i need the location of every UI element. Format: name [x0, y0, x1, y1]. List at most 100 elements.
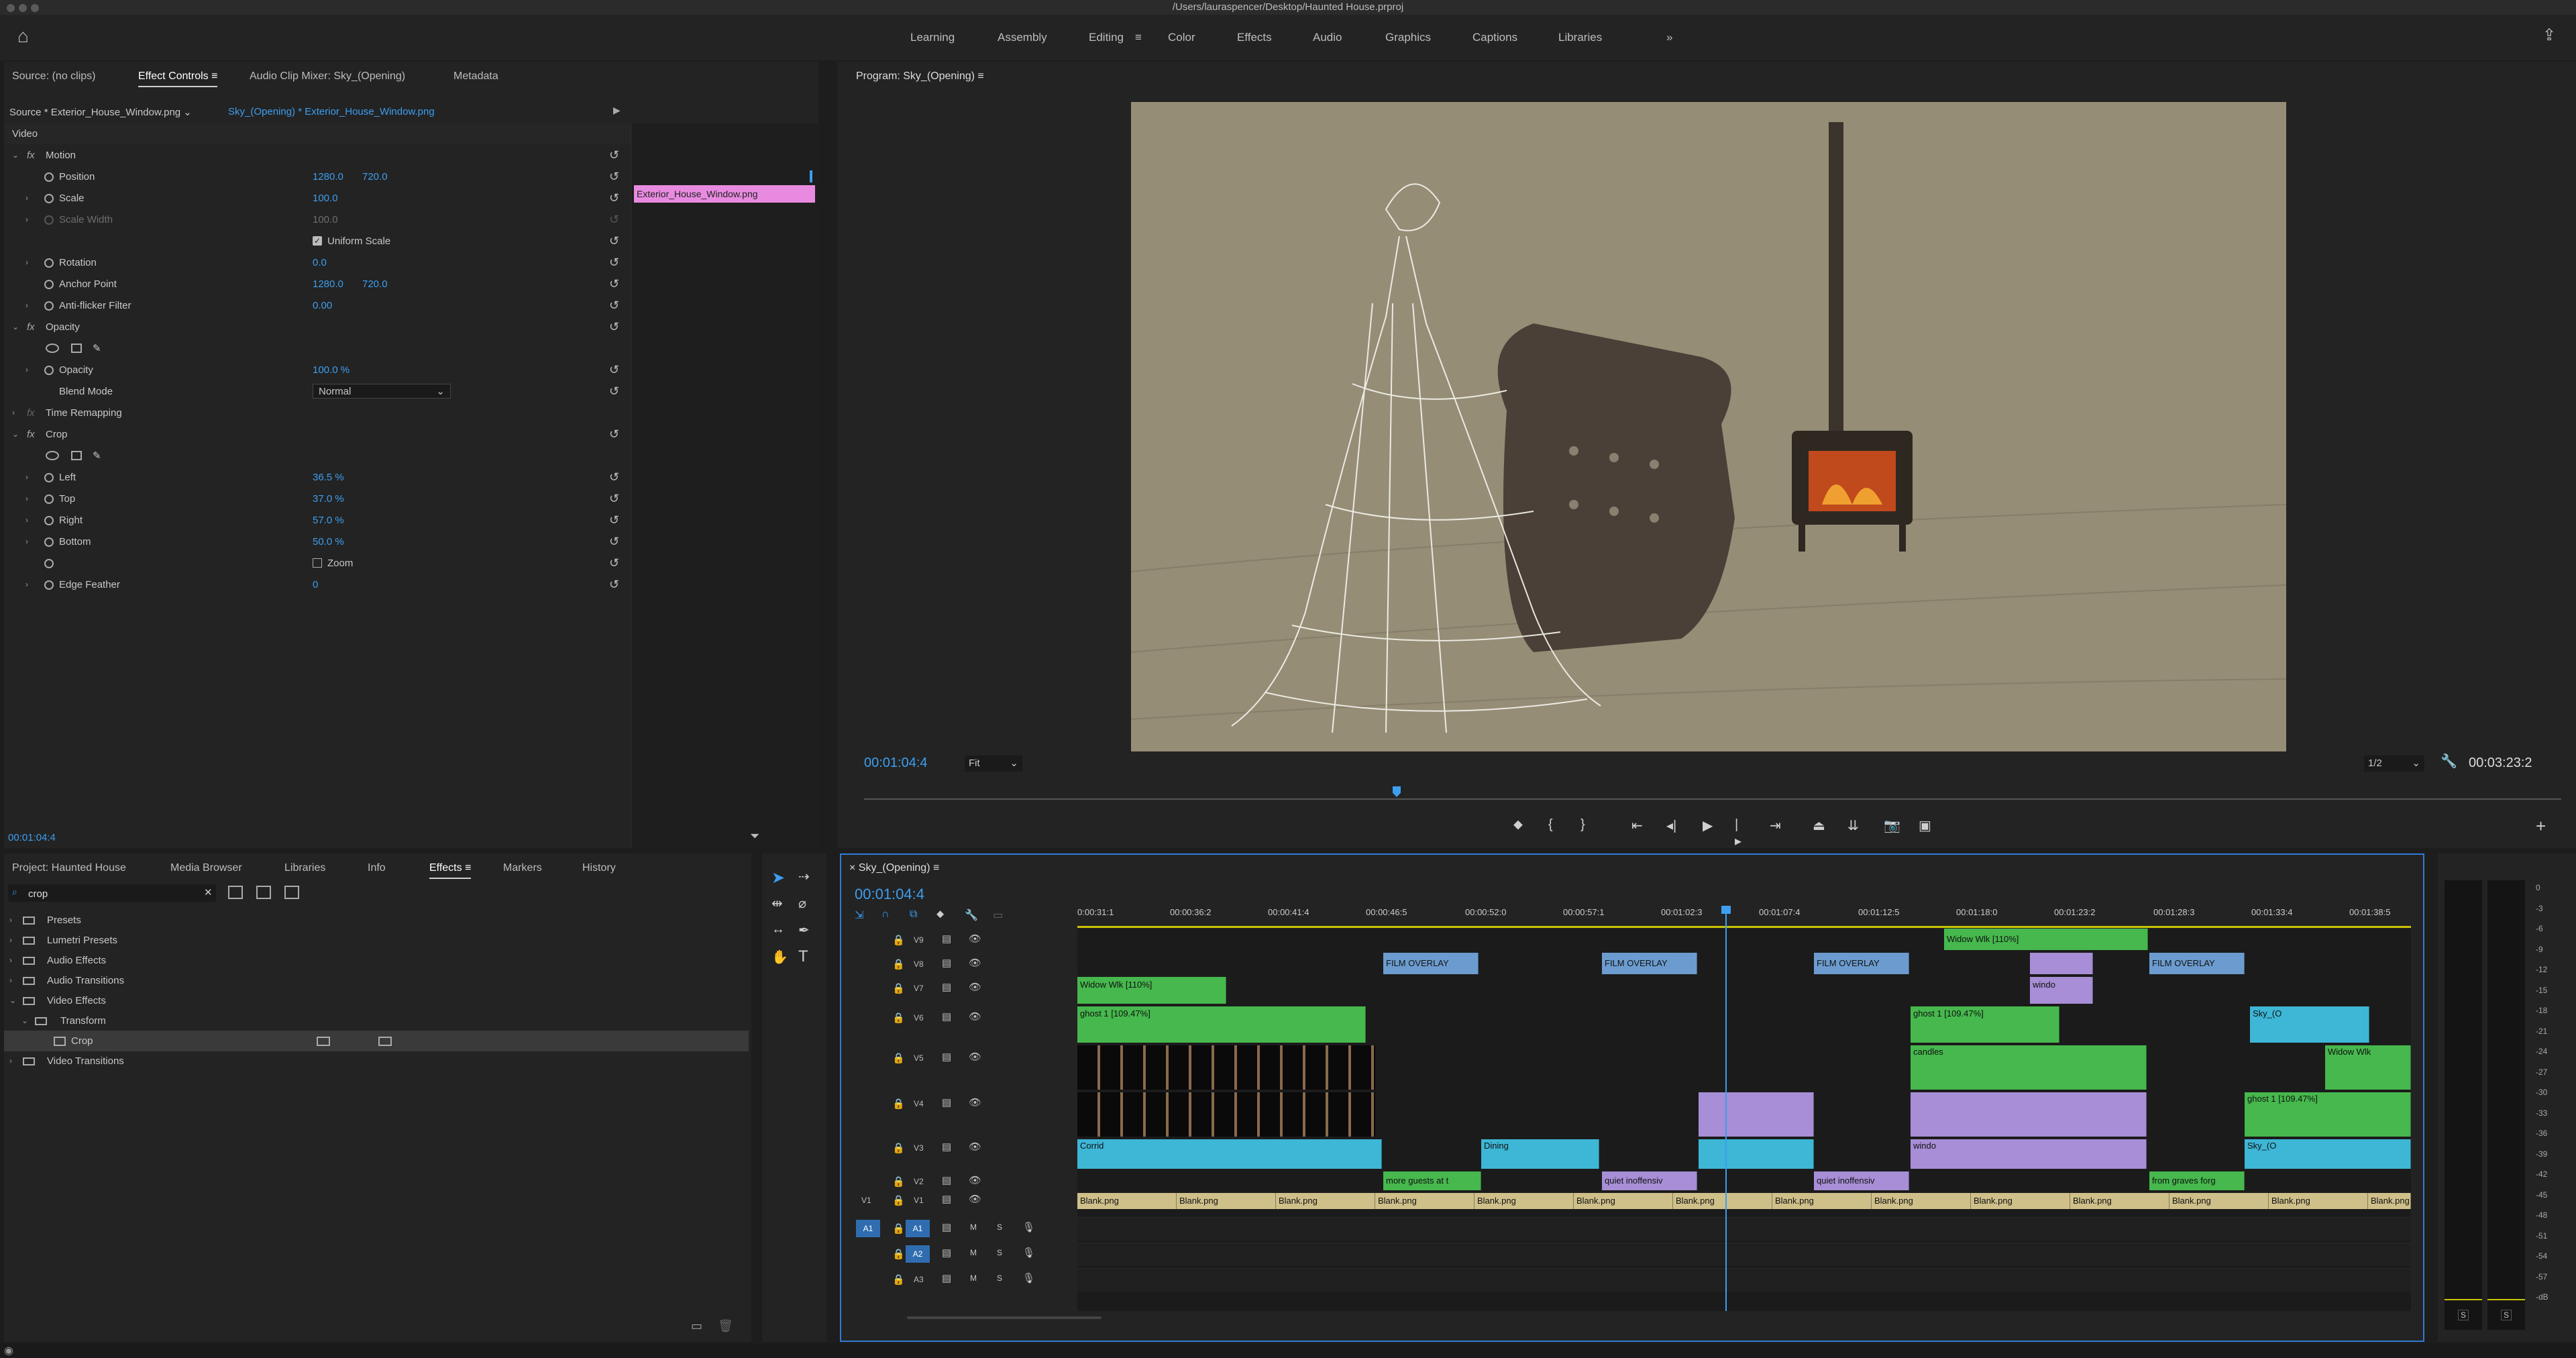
crop-header-row[interactable]: ⌄ fx Crop ↺	[4, 424, 635, 445]
expand-icon[interactable]: ›	[12, 403, 15, 423]
stopwatch-icon[interactable]	[44, 194, 54, 203]
tab-effect-controls[interactable]: Effect Controls ≡	[138, 62, 218, 91]
sync-lock-icon[interactable]: ▤	[942, 1010, 951, 1023]
sync-lock-icon[interactable]: ▤	[942, 957, 951, 969]
track-target-a1[interactable]: A1	[906, 1220, 930, 1237]
effect-mini-timeline[interactable]: Exterior_House_Window.png	[631, 123, 819, 848]
add-button-icon[interactable]: +	[2536, 816, 2546, 837]
tree-item-crop[interactable]: Crop	[4, 1031, 749, 1051]
solo-right-button[interactable]: S	[2501, 1310, 2512, 1320]
expand-icon[interactable]: ⌄	[12, 145, 19, 166]
timeline-title[interactable]: × Sky_(Opening) ≡	[849, 855, 939, 882]
camera-icon[interactable]: 📷	[1884, 817, 1900, 834]
lock-icon[interactable]: 🔒	[892, 1194, 905, 1206]
filter-icon[interactable]: ⏷	[750, 829, 759, 843]
reset-icon[interactable]: ↺	[609, 467, 619, 488]
reset-icon[interactable]: ↺	[609, 360, 619, 380]
program-title[interactable]: Program: Sky_(Opening) ≡	[856, 62, 984, 91]
clip-corridor-sequence[interactable]	[1077, 1092, 1375, 1137]
clip-blank[interactable]: Blank.png	[1276, 1193, 1375, 1209]
tree-item-audio-transitions[interactable]: › Audio Transitions	[4, 970, 635, 991]
sync-lock-icon[interactable]: ▤	[942, 1247, 951, 1259]
clip-blank[interactable]: Blank.png	[1077, 1193, 1177, 1209]
timeline-settings-icon[interactable]: 🔧	[965, 908, 978, 922]
clip-windo[interactable]	[2030, 953, 2093, 974]
add-marker-icon[interactable]: ⬥	[936, 908, 944, 921]
tab-effects[interactable]: Effects ≡	[429, 853, 472, 883]
reset-icon[interactable]: ↺	[609, 295, 619, 316]
rectangle-mask-icon[interactable]	[71, 344, 82, 353]
source-selector[interactable]: Source * Exterior_House_Window.png ⌄	[9, 106, 192, 118]
play-icon[interactable]: ▶	[1703, 817, 1713, 834]
eye-icon[interactable]: 👁	[969, 1193, 981, 1205]
sync-lock-icon[interactable]: ▤	[942, 981, 951, 993]
clip-from-graves[interactable]: from graves forg	[2149, 1171, 2245, 1190]
clip-film-overlay[interactable]: FILM OVERLAY	[1602, 953, 1697, 974]
mark-out-icon[interactable]: }	[1580, 817, 1585, 833]
eye-icon[interactable]: 👁	[969, 933, 981, 945]
reset-icon[interactable]: ↺	[609, 274, 619, 295]
lock-icon[interactable]: 🔒	[892, 1273, 905, 1286]
clip-blank[interactable]: Blank.png	[1971, 1193, 2070, 1209]
clip-more-guests[interactable]: more guests at t	[1383, 1171, 1481, 1190]
mute-button[interactable]: M	[970, 1248, 977, 1257]
clear-search-icon[interactable]: ✕	[204, 886, 213, 898]
extract-icon[interactable]: ⇊	[1847, 817, 1859, 834]
microphone-icon[interactable]: 🎙	[1022, 1221, 1035, 1233]
close-icon[interactable]: ×	[849, 862, 855, 874]
microphone-icon[interactable]: 🎙	[1022, 1247, 1035, 1259]
clip-blank[interactable]: Blank.png	[1177, 1193, 1276, 1209]
hand-tool-icon[interactable]: ✋	[771, 949, 788, 965]
search-input[interactable]	[27, 886, 197, 902]
stopwatch-icon[interactable]	[44, 473, 54, 482]
mark-in-icon[interactable]: {	[1548, 817, 1553, 833]
blend-mode-select[interactable]: Normal ⌄	[313, 384, 451, 399]
stopwatch-icon[interactable]	[44, 258, 54, 268]
collapse-arrow-icon[interactable]: ▶	[613, 105, 621, 116]
nest-toggle-icon[interactable]: ⇲	[855, 908, 863, 922]
ellipse-mask-icon[interactable]	[46, 451, 59, 460]
timeline-scrollbar[interactable]	[907, 1316, 1102, 1319]
program-playhead[interactable]	[1393, 786, 1401, 797]
clip-widow-walk[interactable]: Widow Wlk [110%]	[1077, 977, 1226, 1004]
lock-icon[interactable]: 🔒	[892, 982, 905, 994]
expand-icon[interactable]: ›	[25, 252, 28, 273]
timeline-timecode[interactable]: 00:01:04:4	[855, 886, 924, 903]
expand-icon[interactable]: ›	[25, 295, 28, 316]
go-to-out-icon[interactable]: ⇥	[1770, 817, 1781, 834]
type-tool-icon[interactable]: T	[798, 947, 808, 966]
reset-icon[interactable]: ↺	[609, 488, 619, 509]
clip-windo[interactable]: windo	[2030, 977, 2093, 1004]
eye-icon[interactable]: 👁	[969, 1051, 981, 1063]
clip-blank[interactable]: Blank.png	[1673, 1193, 1772, 1209]
effects-search-box[interactable]: ⌕ ✕	[8, 884, 216, 902]
work-area-bar[interactable]	[1077, 926, 2411, 928]
audio-lane-a1[interactable]	[1077, 1217, 2411, 1241]
clip-blank[interactable]: Blank.png	[2070, 1193, 2169, 1209]
position-y-value[interactable]: 720.0	[362, 166, 388, 187]
clip-blue[interactable]	[1699, 1139, 1814, 1169]
clip-film-overlay[interactable]: FILM OVERLAY	[2149, 953, 2245, 974]
resolution-select[interactable]: 1/2 ⌄	[2364, 755, 2424, 772]
stopwatch-icon[interactable]	[44, 537, 54, 547]
stopwatch-icon[interactable]	[44, 301, 54, 311]
time-ruler[interactable]: 0:00:31:1 00:00:36:2 00:00:41:4 00:00:46…	[1077, 903, 2411, 929]
opacity-header-row[interactable]: ⌄ fx Opacity ↺	[4, 317, 635, 337]
step-back-icon[interactable]: ◂|	[1666, 817, 1676, 834]
clip-film-overlay[interactable]: FILM OVERLAY	[1383, 953, 1479, 974]
clip-sky[interactable]: Sky_(O	[2245, 1139, 2411, 1169]
eye-icon[interactable]: 👁	[969, 1096, 981, 1108]
tab-media-browser[interactable]: Media Browser	[170, 853, 242, 883]
sync-lock-icon[interactable]: ▤	[942, 1221, 951, 1233]
stopwatch-icon[interactable]	[44, 516, 54, 525]
reset-icon[interactable]: ↺	[609, 381, 619, 402]
solo-button[interactable]: S	[997, 1273, 1002, 1283]
time-remap-row[interactable]: › fx Time Remapping	[4, 403, 635, 423]
program-timecode[interactable]: 00:01:04:4	[864, 755, 928, 771]
solo-button[interactable]: S	[997, 1248, 1002, 1257]
crop-top-value[interactable]: 37.0 %	[313, 488, 344, 509]
sync-lock-icon[interactable]: ▤	[942, 1174, 951, 1186]
reset-icon[interactable]: ↺	[609, 166, 619, 187]
32bit-effects-icon[interactable]	[256, 886, 271, 899]
audio-lane-a3[interactable]	[1077, 1268, 2411, 1292]
